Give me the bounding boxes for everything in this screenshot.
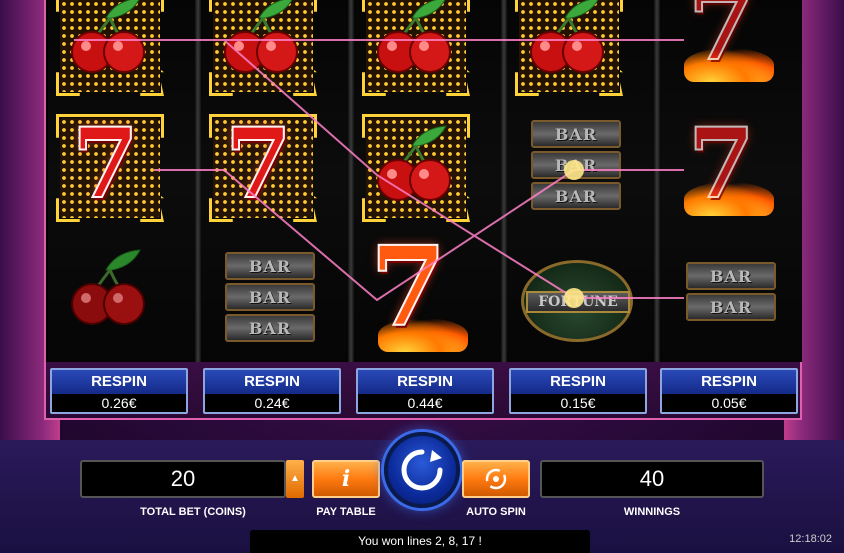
pay-table-button[interactable]: i bbox=[312, 460, 380, 498]
respin-price: 0.26€ bbox=[52, 394, 186, 412]
respin-price: 0.24€ bbox=[205, 394, 339, 412]
respin-label: RESPIN bbox=[52, 370, 186, 394]
auto-spin-button[interactable] bbox=[462, 460, 530, 498]
respin-label: RESPIN bbox=[205, 370, 339, 394]
respin-bar: RESPIN 0.26€ RESPIN 0.24€ RESPIN 0.44€ R… bbox=[44, 362, 802, 420]
respin-price: 0.15€ bbox=[511, 394, 645, 412]
bet-up-button[interactable]: ▲ bbox=[286, 460, 304, 498]
win-sparkles bbox=[564, 160, 584, 308]
info-icon: i bbox=[341, 466, 351, 492]
total-bet-field: 20 bbox=[80, 460, 286, 498]
respin-label: RESPIN bbox=[511, 370, 645, 394]
pay-table-label: PAY TABLE bbox=[316, 506, 376, 518]
spin-arrow-icon bbox=[401, 449, 443, 491]
respin-label: RESPIN bbox=[358, 370, 492, 394]
winnings-label: WINNINGS bbox=[623, 506, 681, 518]
respin-price: 0.44€ bbox=[358, 394, 492, 412]
respin-price: 0.05€ bbox=[662, 394, 796, 412]
auto-spin-icon bbox=[485, 468, 507, 490]
clock: 12:18:02 bbox=[789, 533, 832, 545]
winnings-field: 40 bbox=[540, 460, 764, 498]
respin-button-reel-4[interactable]: RESPIN 0.15€ bbox=[509, 368, 647, 414]
respin-button-reel-3[interactable]: RESPIN 0.44€ bbox=[356, 368, 494, 414]
auto-spin-label: AUTO SPIN bbox=[466, 506, 526, 518]
respin-label: RESPIN bbox=[662, 370, 796, 394]
respin-button-reel-5[interactable]: RESPIN 0.05€ bbox=[660, 368, 798, 414]
total-bet-label: TOTAL BET (COINS) bbox=[140, 506, 246, 518]
respin-button-reel-1[interactable]: RESPIN 0.26€ bbox=[50, 368, 188, 414]
status-message: You won lines 2, 8, 17 ! bbox=[250, 530, 590, 553]
win-lines bbox=[74, 39, 684, 308]
spin-button[interactable] bbox=[384, 432, 460, 508]
win-line bbox=[154, 169, 684, 302]
respin-button-reel-2[interactable]: RESPIN 0.24€ bbox=[203, 368, 341, 414]
